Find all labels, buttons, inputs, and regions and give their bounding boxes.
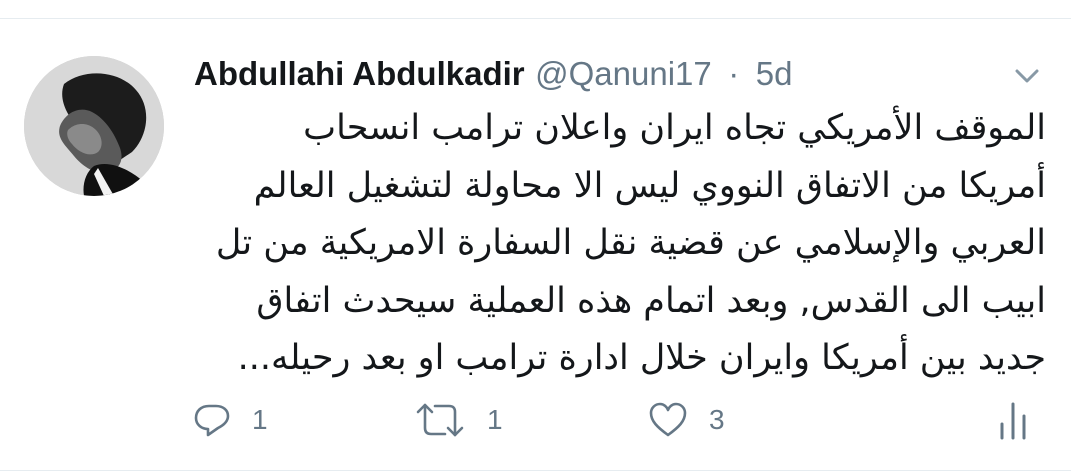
reply-icon <box>194 404 230 437</box>
heart-icon <box>649 402 687 437</box>
reply-button[interactable]: 1 <box>192 400 268 440</box>
tweet-menu-button[interactable] <box>1010 62 1044 90</box>
author-handle[interactable]: @Qanuni17 <box>535 55 712 92</box>
tweet-header: Abdullahi Abdulkadir @Qanuni17 · 5d <box>194 50 792 98</box>
separator-dot: · <box>728 55 740 92</box>
tweet-text-line: جديد بين أمريكا وايران خلال ادارة ترامب … <box>237 338 1046 379</box>
chevron-down-icon <box>1015 69 1039 83</box>
like-button[interactable]: 3 <box>647 400 725 440</box>
tweet-text: الموقف الأمريكي تجاه ايران واعلان ترامب … <box>200 100 1046 388</box>
retweet-button[interactable]: 1 <box>413 400 503 440</box>
tweet-text-line: الموقف الأمريكي تجاه ايران واعلان ترامب … <box>303 108 1046 148</box>
retweet-icon <box>416 403 464 437</box>
tweet-text-line: أمريكا من الاتفاق النووي ليس الا محاولة … <box>253 165 1046 206</box>
avatar-image <box>24 56 164 196</box>
analytics-button[interactable] <box>996 400 1030 440</box>
tweet-timestamp[interactable]: 5d <box>756 55 793 92</box>
retweet-count: 1 <box>487 404 503 435</box>
like-count: 3 <box>709 404 725 435</box>
avatar[interactable] <box>24 56 164 196</box>
reply-count: 1 <box>252 404 268 435</box>
tweet-text-line: العربي والإسلامي عن قضية نقل السفارة الا… <box>215 223 1046 264</box>
tweet-text-line: ابيب الى القدس, وبعد اتمام هذه العملية س… <box>256 280 1046 321</box>
author-name[interactable]: Abdullahi Abdulkadir <box>194 55 525 92</box>
analytics-icon <box>1000 402 1026 440</box>
top-divider <box>0 18 1071 19</box>
bottom-divider <box>0 470 1071 471</box>
